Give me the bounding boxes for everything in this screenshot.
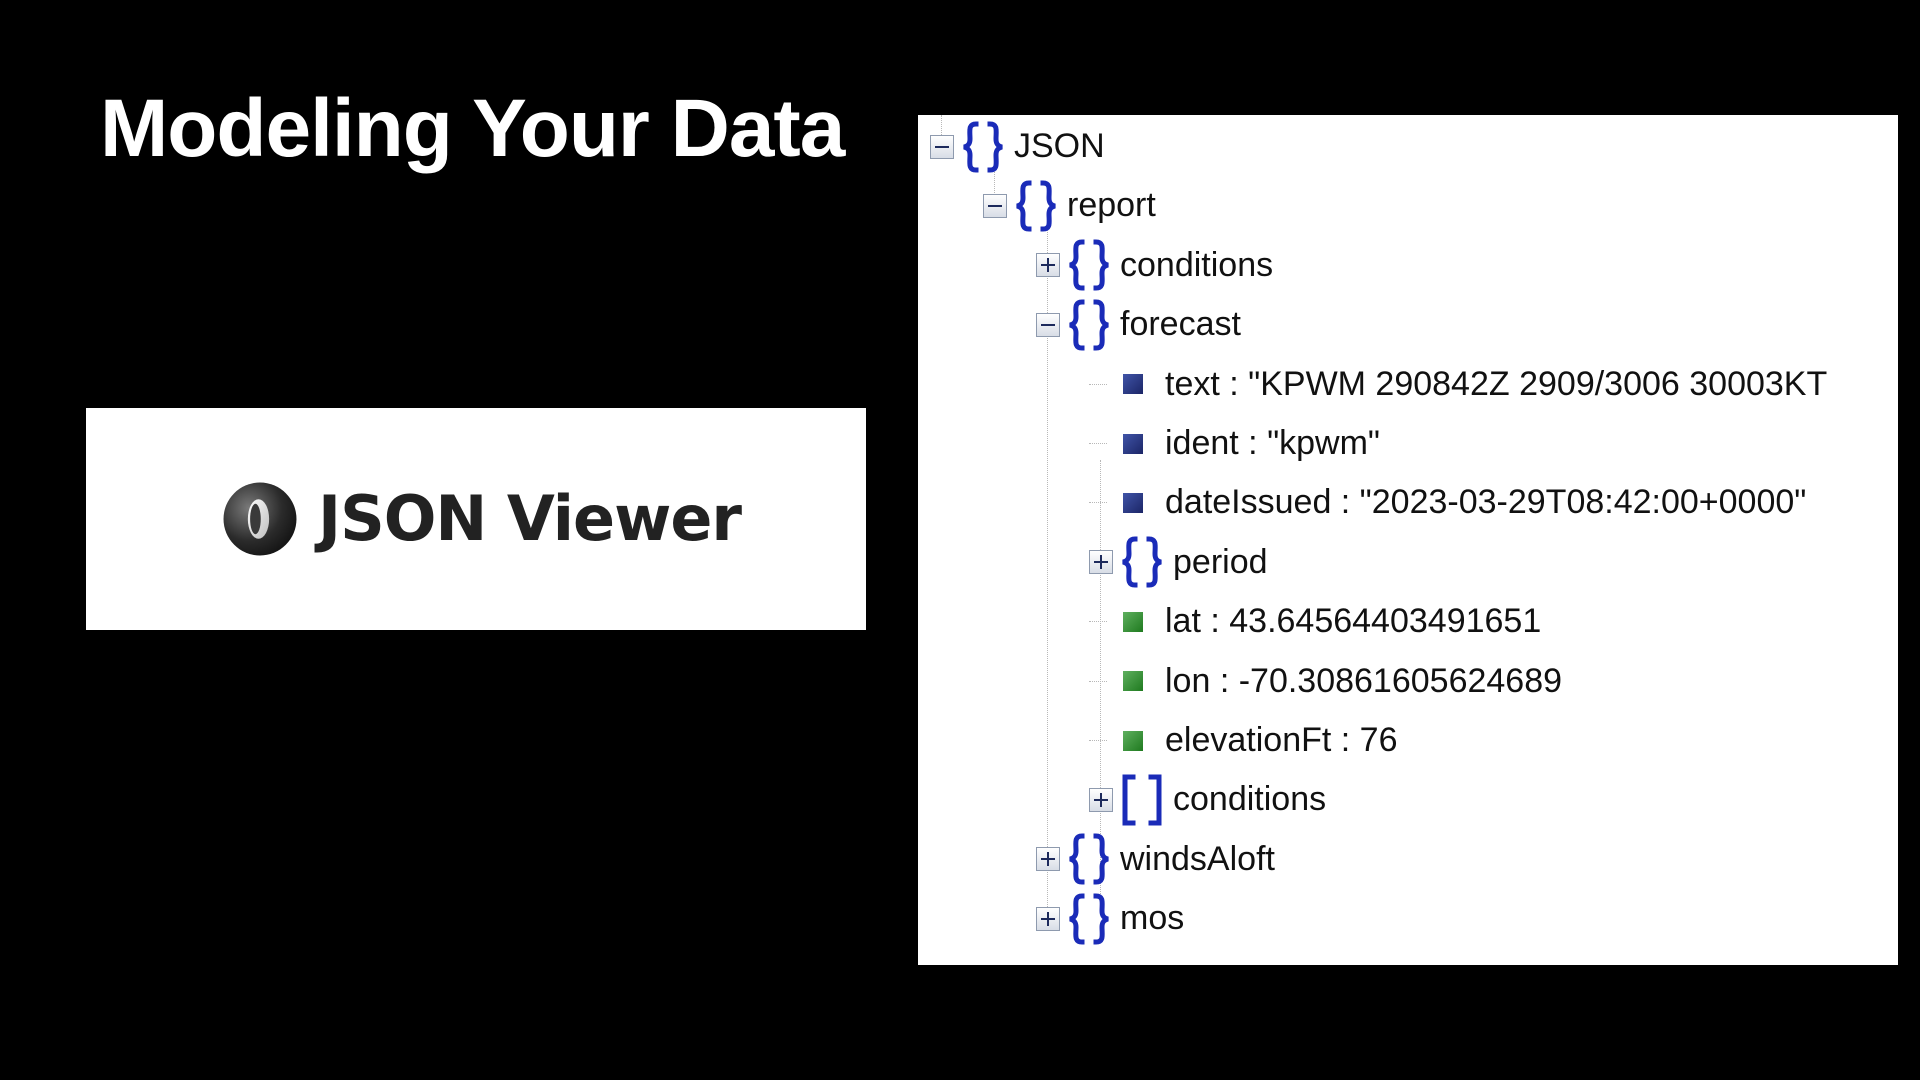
tree-node-label: ident : "kpwm" xyxy=(1165,424,1380,462)
object-brace-icon xyxy=(1016,180,1056,232)
expand-toggle-icon[interactable] xyxy=(1036,847,1060,872)
tree-node-label: lon : -70.30861605624689 xyxy=(1165,661,1563,700)
object-brace-icon xyxy=(1069,833,1109,885)
json-viewer-logo-text: JSON Viewer xyxy=(318,482,742,555)
tree-node-label: report xyxy=(1067,186,1156,225)
tree-connector xyxy=(1089,383,1107,385)
tree-node-label: conditions xyxy=(1173,780,1327,819)
string-value-icon xyxy=(1123,492,1143,513)
tree-connector xyxy=(1089,621,1107,623)
tree-node[interactable]: forecast xyxy=(1036,295,1241,354)
tree-node[interactable]: mos xyxy=(1036,889,1184,948)
tree-node-label: mos xyxy=(1120,899,1185,938)
number-value-icon xyxy=(1123,730,1143,751)
tree-node: text : "KPWM 290842Z 2909/3006 30003KT xyxy=(1089,355,1827,414)
tree-node: ident : "kpwm" xyxy=(1089,414,1380,473)
tree-node-label: period xyxy=(1173,542,1268,581)
json-viewer-logo-card: JSON Viewer xyxy=(86,408,866,630)
tree-node[interactable]: JSON xyxy=(930,117,1105,176)
tree-node-label: text : "KPWM 290842Z 2909/3006 30003KT xyxy=(1165,364,1828,403)
tree-connector xyxy=(1089,443,1107,444)
collapse-toggle-icon[interactable] xyxy=(983,193,1007,218)
tree-connector xyxy=(1089,680,1107,682)
object-brace-icon xyxy=(963,120,1003,173)
tree-node: elevationFt : 76 xyxy=(1089,711,1397,770)
tree-node-label: windsAloft xyxy=(1120,839,1275,878)
slide-title: Modeling Your Data xyxy=(100,83,845,174)
tree-node: dateIssued : "2023-03-29T08:42:00+0000" xyxy=(1089,473,1806,532)
object-brace-icon xyxy=(1122,536,1162,588)
tree-node[interactable]: period xyxy=(1089,533,1268,592)
tree-node: lat : 43.64564403491651 xyxy=(1089,592,1541,651)
number-value-icon xyxy=(1123,611,1143,632)
tree-node[interactable]: report xyxy=(983,176,1156,235)
tree-node-label: forecast xyxy=(1120,305,1241,344)
array-bracket-icon xyxy=(1122,774,1162,826)
tree-node-label: dateIssued : "2023-03-29T08:42:00+0000" xyxy=(1165,483,1807,522)
tree-connector xyxy=(1089,502,1107,504)
number-value-icon xyxy=(1123,671,1143,692)
tree-node-label: JSON xyxy=(1014,127,1105,165)
tree-node[interactable]: conditions xyxy=(1036,236,1273,295)
expand-toggle-icon[interactable] xyxy=(1036,253,1060,278)
object-brace-icon xyxy=(1069,893,1109,945)
tree-node-label: lat : 43.64564403491651 xyxy=(1165,602,1542,641)
expand-toggle-icon[interactable] xyxy=(1089,550,1113,575)
tree-node-label: conditions xyxy=(1120,245,1274,284)
json-tree-panel: JSON report conditions forecast text : "KPWM… xyxy=(918,115,1898,965)
tree-node: lon : -70.30861605624689 xyxy=(1089,652,1562,711)
json-viewer-logo-icon xyxy=(223,482,297,556)
collapse-toggle-icon[interactable] xyxy=(930,134,954,159)
expand-toggle-icon[interactable] xyxy=(1089,787,1113,812)
string-value-icon xyxy=(1123,374,1143,395)
tree-node-label: elevationFt : 76 xyxy=(1165,721,1398,759)
object-brace-icon xyxy=(1069,299,1109,351)
object-brace-icon xyxy=(1069,239,1109,291)
collapse-toggle-icon[interactable] xyxy=(1036,312,1060,337)
string-value-icon xyxy=(1123,433,1143,454)
tree-connector xyxy=(1089,740,1107,741)
expand-toggle-icon[interactable] xyxy=(1036,906,1060,931)
tree-node[interactable]: windsAloft xyxy=(1036,830,1275,889)
tree-node[interactable]: conditions xyxy=(1089,770,1326,829)
